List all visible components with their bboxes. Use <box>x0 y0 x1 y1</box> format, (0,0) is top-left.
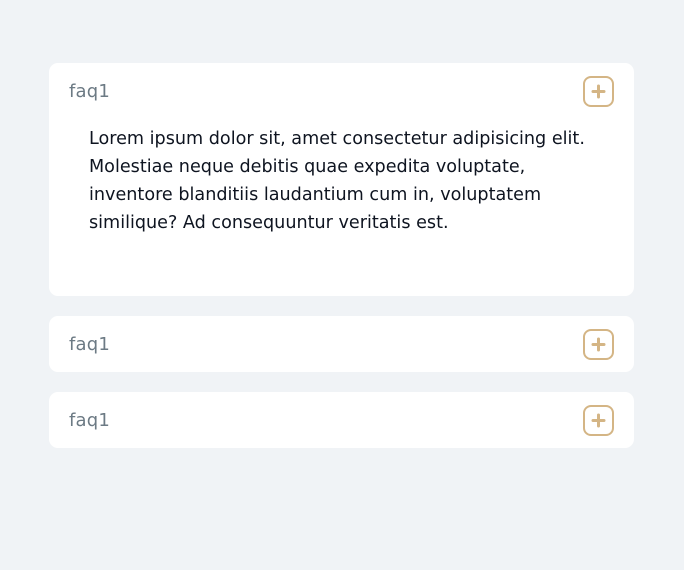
plus-icon <box>591 413 606 427</box>
faq-answer: Lorem ipsum dolor sit, amet consectetur … <box>89 129 585 233</box>
faq-item: faq1 Lorem ipsum dolor sit, amet consect… <box>49 63 634 296</box>
faq-header[interactable]: faq1 <box>49 392 634 448</box>
faq-item: faq1 <box>49 316 634 372</box>
faq-list: faq1 Lorem ipsum dolor sit, amet consect… <box>49 63 634 468</box>
faq-question: faq1 <box>69 80 111 102</box>
expand-toggle-button[interactable] <box>583 328 614 360</box>
faq-item: faq1 <box>49 392 634 448</box>
expand-toggle-button[interactable] <box>583 75 614 107</box>
plus-icon <box>591 337 606 351</box>
faq-question: faq1 <box>69 333 111 355</box>
faq-question: faq1 <box>69 409 111 431</box>
faq-header[interactable]: faq1 <box>49 316 634 372</box>
expand-toggle-button[interactable] <box>583 404 614 436</box>
plus-icon <box>591 84 606 98</box>
